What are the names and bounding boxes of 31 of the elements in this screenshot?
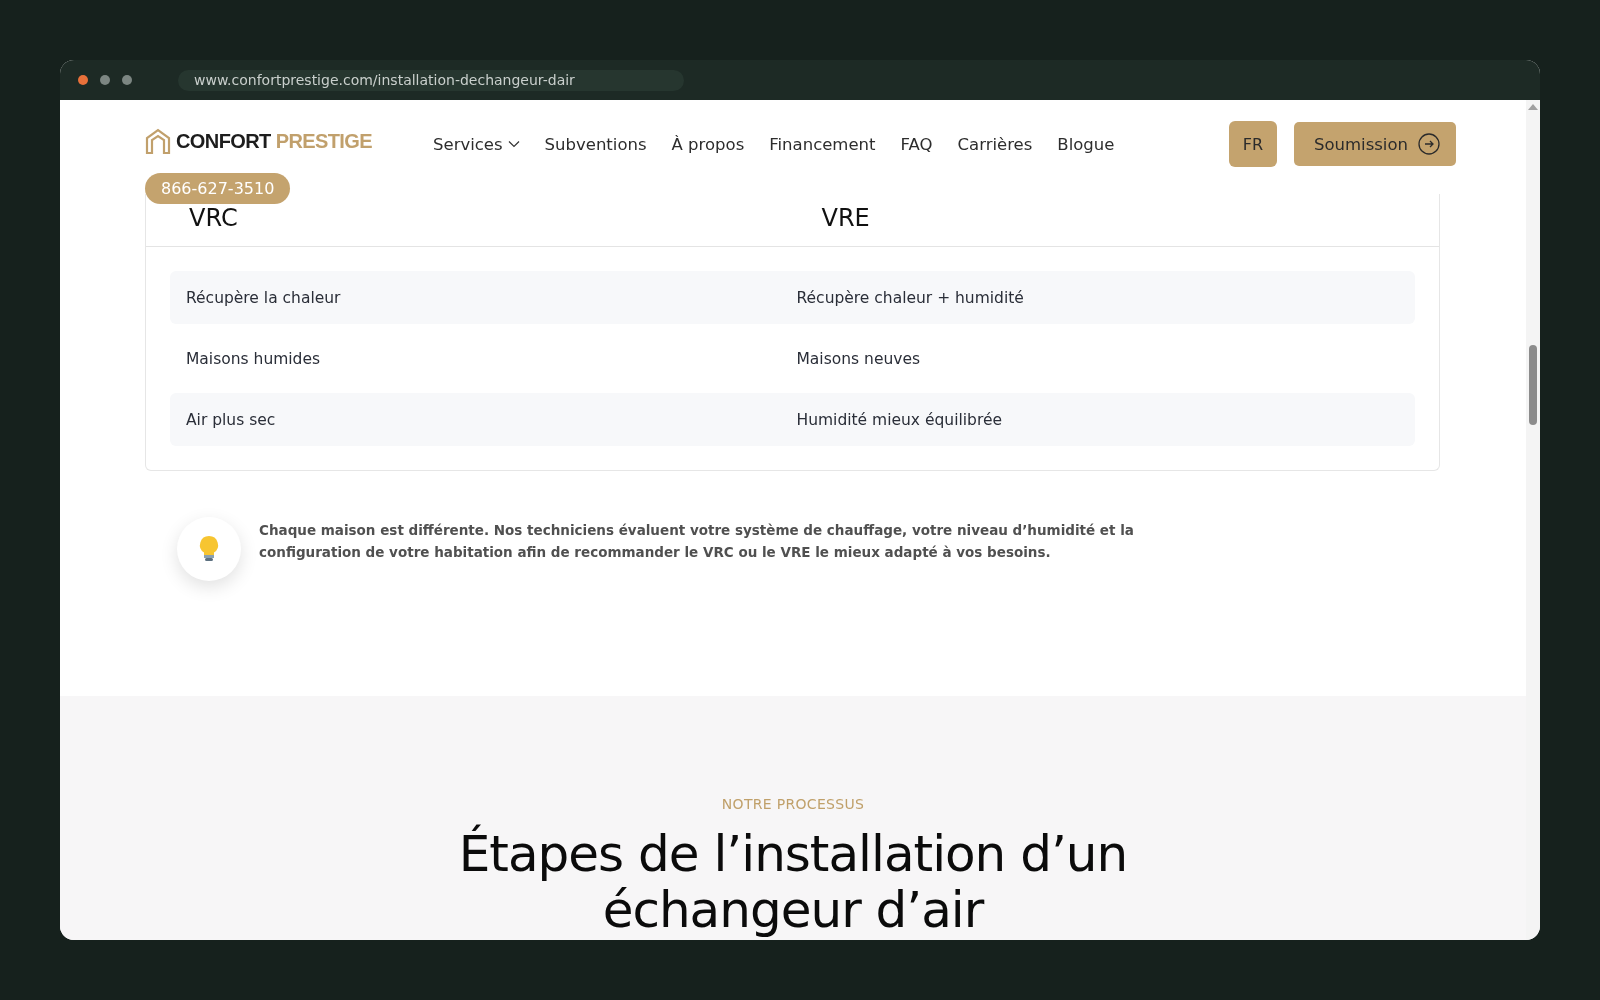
nav-link[interactable]: Financement (769, 134, 876, 154)
scroll-up-icon[interactable] (1528, 104, 1538, 110)
column-header: VRE (820, 204, 871, 232)
nav-link[interactable]: FAQ (900, 134, 933, 154)
close-dot-icon[interactable] (78, 75, 88, 85)
table-cell-text: Air plus sec (185, 410, 277, 429)
column-header: VRC (188, 204, 239, 232)
minimize-dot-icon[interactable] (100, 75, 110, 85)
table-cell-text: Maisons neuves (795, 349, 922, 368)
table-cell-text: Récupère chaleur + humidité (795, 288, 1025, 307)
nav-link[interactable]: À propos (671, 134, 745, 154)
nav-link[interactable]: Carrières (957, 134, 1033, 154)
address-bar[interactable]: www.confortprestige.com/installation-dechangeur-dair (178, 69, 684, 91)
table-cell-text: Maisons humides (185, 349, 322, 368)
quote-button[interactable]: Soumission (1294, 122, 1456, 166)
nav-link[interactable]: Services (433, 134, 520, 154)
arrow-circle-icon (1418, 133, 1440, 155)
house-logo-icon (145, 128, 171, 154)
table-cell-text: Humidité mieux équilibrée (795, 410, 1003, 429)
scrollbar-thumb[interactable] (1529, 345, 1537, 425)
table-cell-text: Récupère la chaleur (185, 288, 342, 307)
caret-icon (507, 140, 520, 148)
tip-text: Chaque maison est différente. Nos techniciens évaluent votre système de chauffage, votre niveau d’humidité et la configuration de votre habitation afin de recommander le VRC ou le VRE le mieux adapté à vos besoins. (259, 521, 1135, 562)
section-eyebrow: NOTRE PROCESSUS (721, 796, 865, 812)
maximize-dot-icon[interactable] (122, 75, 132, 85)
logo[interactable]: CONFORT PRESTIGE (145, 127, 385, 155)
nav-link[interactable]: Subventions (544, 134, 647, 154)
language-button[interactable]: FR (1229, 121, 1277, 167)
nav-link[interactable]: Blogue (1057, 134, 1115, 154)
scrollbar[interactable] (1526, 100, 1540, 940)
section-heading: Étapes de l’installation d’un échangeur d’air (457, 826, 1129, 938)
